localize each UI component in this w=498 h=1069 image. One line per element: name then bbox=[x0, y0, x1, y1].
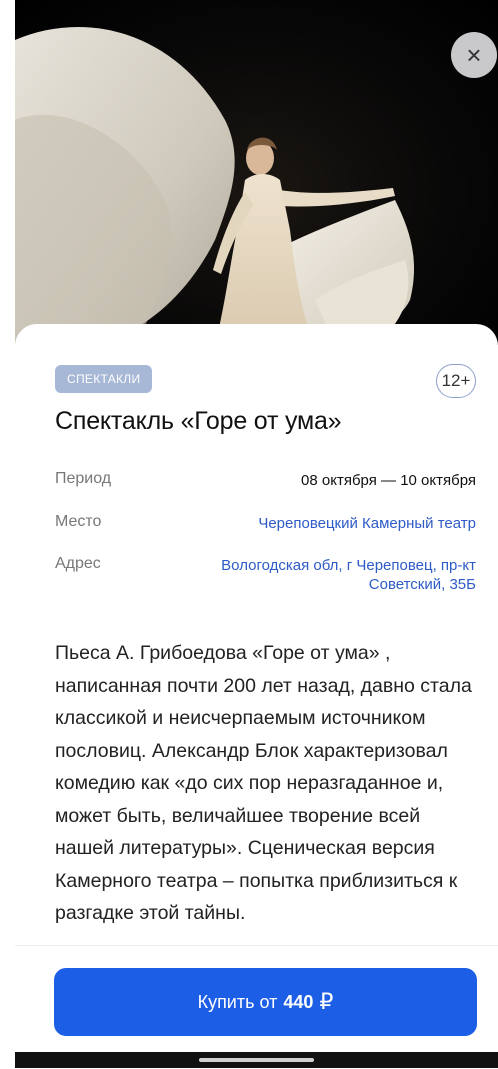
address-link[interactable]: Вологодская обл, г Череповец, пр-кт Сове… bbox=[166, 556, 476, 594]
performance-image bbox=[15, 27, 415, 345]
event-title: Спектакль «Горе от ума» bbox=[55, 407, 342, 435]
place-link[interactable]: Череповецкий Камерный театр bbox=[176, 514, 476, 533]
close-button[interactable]: × bbox=[451, 32, 497, 78]
bottom-action-bar: Купить от 440 ₽ bbox=[15, 945, 498, 1069]
period-label: Период bbox=[55, 470, 112, 487]
event-photo bbox=[15, 0, 498, 345]
buy-price: 440 bbox=[283, 991, 314, 1012]
ruble-icon: ₽ bbox=[319, 989, 334, 1014]
buy-label: Купить от bbox=[197, 991, 278, 1012]
event-description: Пьеса А. Грибоедова «Горе от ума» , напи… bbox=[55, 642, 472, 924]
age-rating-badge: 12+ bbox=[436, 364, 476, 398]
category-badge: СПЕКТАКЛИ bbox=[55, 365, 153, 393]
close-icon: × bbox=[466, 40, 482, 70]
address-label: Адрес bbox=[55, 555, 101, 572]
system-navigation-bar bbox=[15, 1052, 498, 1068]
buy-ticket-button[interactable]: Купить от 440 ₽ bbox=[54, 968, 477, 1036]
period-value: 08 октября — 10 октября bbox=[301, 472, 476, 489]
place-label: Место bbox=[55, 513, 102, 530]
home-indicator[interactable] bbox=[199, 1058, 314, 1062]
